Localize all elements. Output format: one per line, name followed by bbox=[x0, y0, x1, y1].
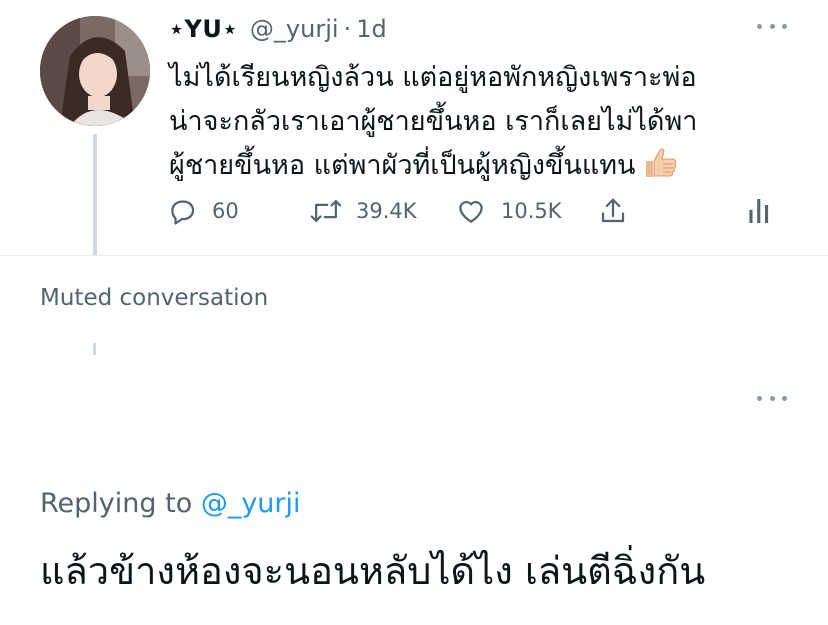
tweet-text-line: ผู้ชายขึ้นหอ แต่พาผัวที่เป็นผู้หญิงขึ้นแ… bbox=[169, 144, 809, 194]
mention-link[interactable]: @_yurji bbox=[201, 488, 301, 519]
timestamp[interactable]: 1d bbox=[356, 15, 387, 43]
avatar[interactable] bbox=[40, 16, 150, 126]
heart-icon bbox=[455, 196, 487, 226]
analytics-button[interactable] bbox=[747, 191, 771, 231]
display-name[interactable]: ⋆YU⋆ bbox=[169, 15, 238, 43]
replying-prefix: Replying to bbox=[40, 488, 193, 519]
tweet-header: ⋆YU⋆ @_yurji · 1d bbox=[169, 11, 387, 47]
analytics-icon bbox=[747, 196, 771, 226]
reply-text: แล้วข้างห้องจะนอนหลับได้ไง เล่นตีฉิ่งกัน bbox=[40, 549, 706, 593]
retweet-button[interactable]: 39.4K bbox=[310, 191, 417, 231]
share-button[interactable] bbox=[598, 191, 628, 231]
divider bbox=[0, 255, 828, 256]
retweet-count: 39.4K bbox=[356, 199, 417, 223]
tweet[interactable]: ⋆YU⋆ @_yurji · 1d ไม่ได้เรียนหญิงล้วน แต… bbox=[0, 0, 828, 255]
share-icon bbox=[598, 196, 628, 226]
like-button[interactable]: 10.5K bbox=[455, 191, 562, 231]
reply-button[interactable]: 60 bbox=[168, 191, 239, 231]
thread-line bbox=[93, 343, 96, 355]
tweet-text-line: น่าจะกลัวเราเอาผู้ชายขึ้นหอ เราก็เลยไม่ไ… bbox=[169, 106, 698, 137]
tweet-text: ไม่ได้เรียนหญิงล้วน แต่อยู่หอพักหญิงเพรา… bbox=[169, 56, 809, 194]
more-icon[interactable] bbox=[757, 14, 787, 38]
tweet-actions: 60 39.4K 10.5K bbox=[168, 191, 788, 231]
tweet-text-line-3: ผู้ชายขึ้นหอ แต่พาผัวที่เป็นผู้หญิงขึ้นแ… bbox=[169, 150, 636, 181]
thumbs-up-icon bbox=[642, 146, 678, 194]
tweet-text-line: ไม่ได้เรียนหญิงล้วน แต่อยู่หอพักหญิงเพรา… bbox=[169, 62, 697, 93]
replying-to: Replying to @_yurji bbox=[40, 488, 301, 519]
reply-count: 60 bbox=[212, 199, 239, 223]
retweet-icon bbox=[310, 196, 342, 226]
like-count: 10.5K bbox=[501, 199, 562, 223]
separator: · bbox=[343, 15, 352, 43]
more-icon[interactable] bbox=[757, 386, 787, 410]
thread-line bbox=[93, 134, 97, 255]
reply-icon bbox=[168, 196, 198, 226]
user-handle[interactable]: @_yurji bbox=[250, 15, 339, 43]
muted-conversation-label: Muted conversation bbox=[40, 285, 269, 311]
